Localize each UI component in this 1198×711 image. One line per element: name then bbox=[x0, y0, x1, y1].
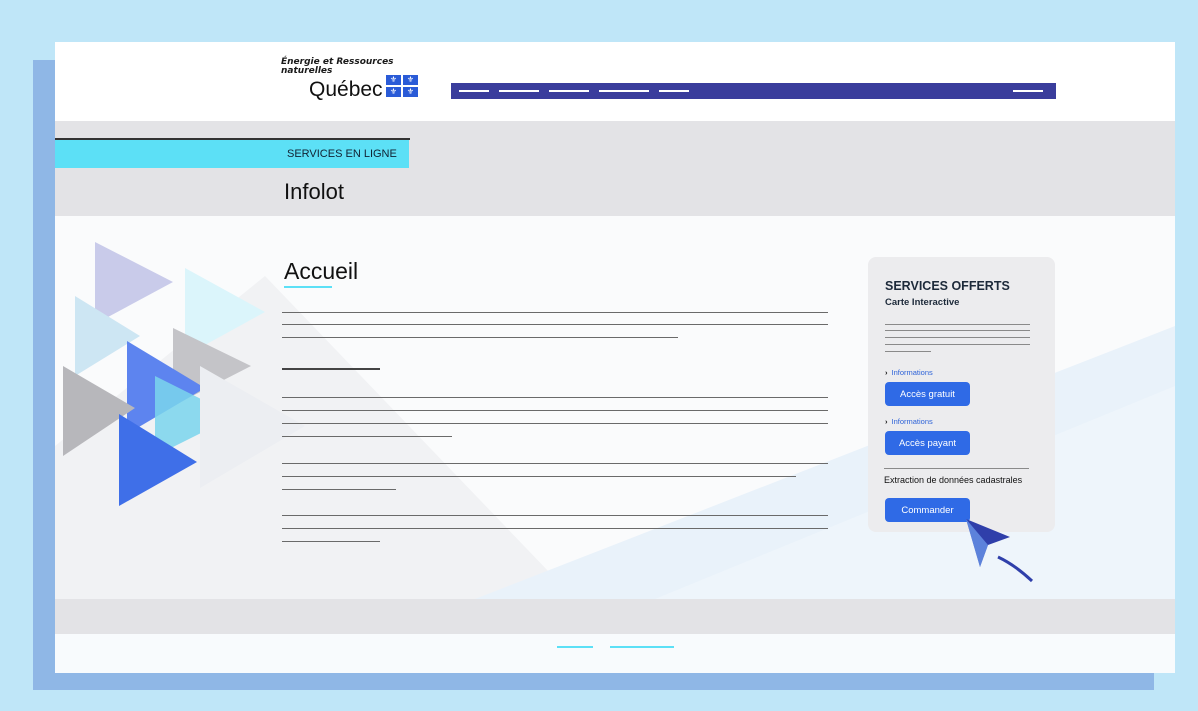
top-navigation-bar bbox=[451, 83, 1056, 99]
nav-item-2[interactable] bbox=[499, 90, 539, 92]
card-title: SERVICES OFFERTS bbox=[885, 279, 1010, 293]
heading-underline bbox=[284, 286, 332, 288]
card-text-line bbox=[885, 330, 1030, 331]
mouse-cursor-icon bbox=[966, 519, 1034, 583]
extraction-label: Extraction de données cadastrales bbox=[884, 475, 1023, 485]
bottom-bar bbox=[55, 634, 1175, 673]
fleur-de-lis-icon: ⚜ bbox=[386, 75, 401, 85]
card-text-line bbox=[885, 351, 931, 352]
info-link-paid[interactable]: › Informations bbox=[885, 417, 933, 426]
page-banner: SERVICES EN LIGNE Infolot bbox=[55, 121, 1175, 216]
chevron-right-icon: › bbox=[885, 417, 888, 426]
text-placeholder-line bbox=[282, 515, 828, 516]
section-heading: Accueil bbox=[284, 258, 359, 284]
text-placeholder-line bbox=[282, 324, 828, 325]
text-placeholder-line bbox=[282, 476, 796, 477]
services-tag-label: SERVICES EN LIGNE bbox=[287, 148, 397, 160]
app-title: Infolot bbox=[284, 179, 344, 204]
text-placeholder-line bbox=[282, 410, 828, 411]
fleur-de-lis-icon: ⚜ bbox=[386, 87, 401, 97]
info-link-label: Informations bbox=[891, 368, 933, 377]
fleur-de-lis-icon: ⚜ bbox=[403, 75, 418, 85]
triangle-decoration bbox=[95, 242, 173, 324]
page-footer bbox=[55, 599, 1175, 634]
text-placeholder-line bbox=[282, 436, 452, 437]
paid-access-button[interactable]: Accès payant bbox=[885, 431, 970, 455]
text-placeholder-line bbox=[282, 397, 828, 398]
dept-line-2: naturelles bbox=[281, 66, 333, 76]
text-placeholder-line bbox=[282, 541, 380, 542]
text-placeholder-line bbox=[282, 423, 828, 424]
nav-item-5[interactable] bbox=[659, 90, 689, 92]
fleur-de-lis-icon: ⚜ bbox=[403, 87, 418, 97]
quebec-logo[interactable]: Énergie et Ressources naturelles Québec … bbox=[281, 58, 418, 101]
chevron-right-icon: › bbox=[885, 368, 888, 377]
card-text-line bbox=[885, 324, 1030, 325]
text-placeholder-line bbox=[282, 528, 828, 529]
text-placeholder-line bbox=[282, 312, 828, 313]
text-placeholder-line bbox=[282, 463, 828, 464]
text-placeholder-line bbox=[282, 337, 678, 338]
card-divider bbox=[884, 468, 1029, 469]
subheading-placeholder bbox=[282, 368, 380, 370]
nav-item-3[interactable] bbox=[549, 90, 589, 92]
card-text-line bbox=[885, 337, 1030, 338]
services-tag: SERVICES EN LIGNE bbox=[55, 140, 409, 168]
nav-item-1[interactable] bbox=[459, 90, 489, 92]
card-text-line bbox=[885, 344, 1030, 345]
footer-link-2[interactable] bbox=[610, 646, 674, 648]
footer-link-1[interactable] bbox=[557, 646, 593, 648]
info-link-label: Informations bbox=[891, 417, 933, 426]
services-card: SERVICES OFFERTS Carte Interactive › Info… bbox=[868, 257, 1055, 532]
info-link-free[interactable]: › Informations bbox=[885, 368, 933, 377]
nav-menu-toggle[interactable] bbox=[1013, 90, 1043, 92]
free-access-button[interactable]: Accès gratuit bbox=[885, 382, 970, 406]
card-subtitle: Carte Interactive bbox=[885, 297, 960, 308]
order-button[interactable]: Commander bbox=[885, 498, 970, 522]
quebec-flag-icon: ⚜ ⚜ ⚜ ⚜ bbox=[386, 75, 418, 97]
text-placeholder-line bbox=[282, 489, 396, 490]
nav-item-4[interactable] bbox=[599, 90, 649, 92]
quebec-wordmark: Québec bbox=[309, 78, 383, 101]
